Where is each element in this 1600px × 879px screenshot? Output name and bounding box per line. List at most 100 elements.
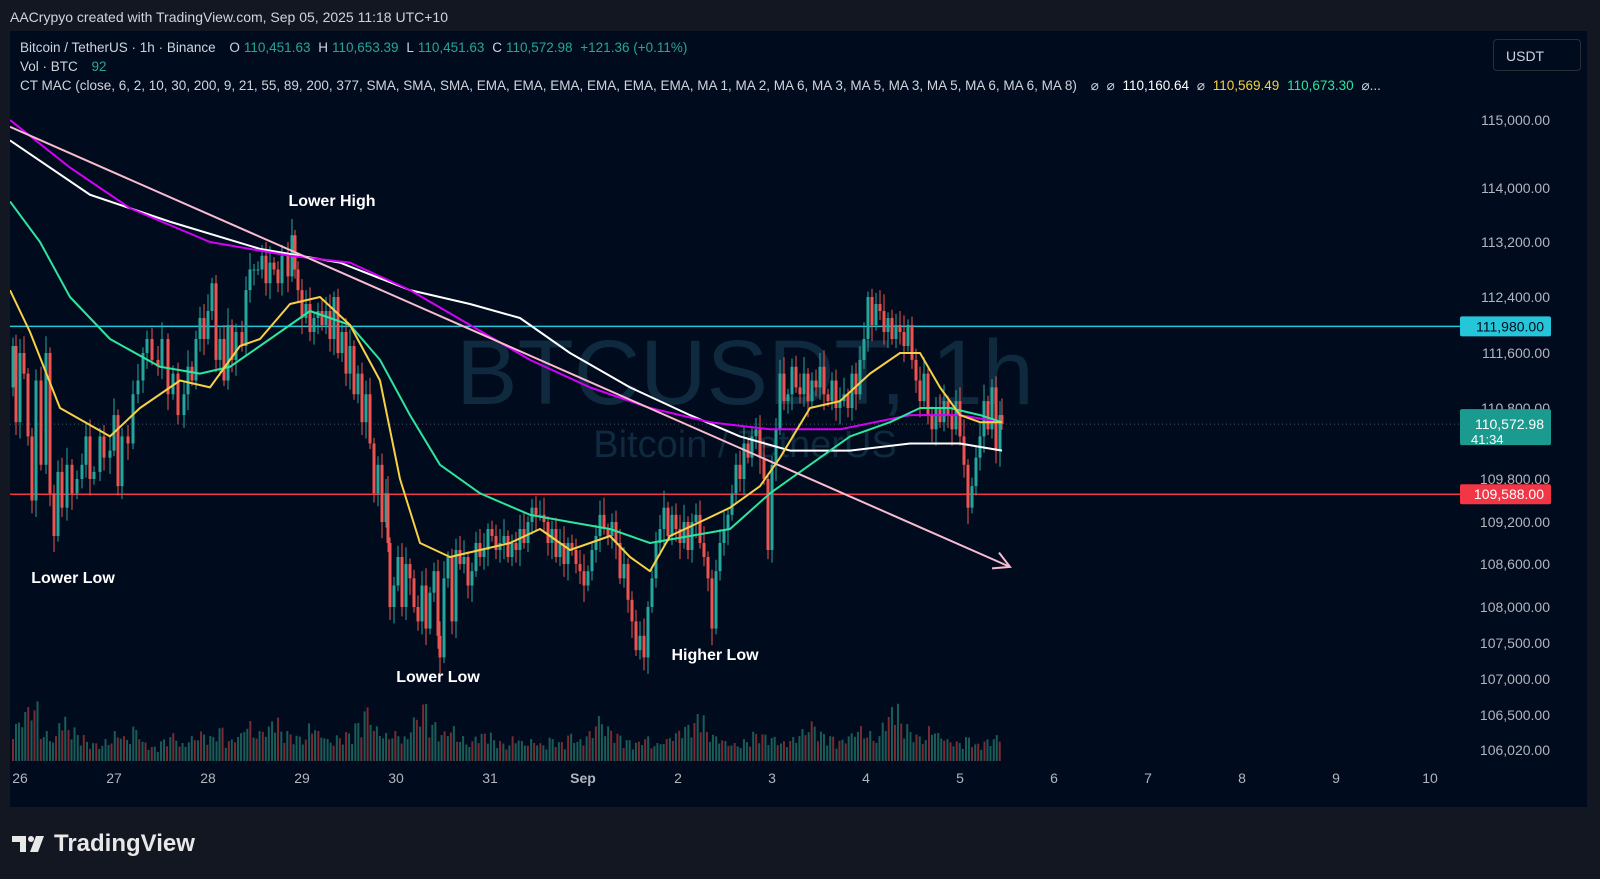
volume-bar (153, 746, 156, 761)
candle-body (39, 380, 43, 465)
candle-body (810, 380, 814, 402)
price-level-tag-label: 109,588.00 (1474, 486, 1544, 502)
candle-body (372, 443, 376, 494)
currency-selector[interactable]: USDT (1493, 39, 1581, 71)
volume-bar (104, 739, 107, 761)
candle-body (626, 564, 630, 600)
indicator-label[interactable]: CT MAC (close, 6, 2, 10, 30, 200, 9, 21,… (20, 78, 1077, 93)
y-tick-label: 108,600.00 (1480, 556, 1550, 572)
candle-body (878, 304, 882, 311)
volume-bar (412, 717, 415, 761)
volume-bar (261, 731, 264, 761)
volume-bar (246, 728, 249, 761)
volume-bar (921, 743, 924, 761)
volume-bar (896, 703, 899, 761)
volume-bar (859, 726, 862, 761)
volume-bar (567, 735, 570, 761)
chart-frame[interactable]: BTCUSDT, 1h Bitcoin / TetherUS Lower High L… (10, 31, 1587, 807)
candle-body (26, 373, 30, 437)
candle-body (650, 578, 654, 607)
price-chart[interactable]: BTCUSDT, 1hBitcoin / TetherUSLower HighL… (10, 31, 1587, 807)
volume-bar (508, 745, 511, 761)
candle-body (934, 408, 938, 430)
candle-body (730, 493, 734, 515)
volume-bar (280, 731, 283, 761)
volume-bar (718, 743, 721, 761)
candle-body (802, 373, 806, 395)
volume-bar (298, 736, 301, 761)
candle-body (546, 522, 550, 543)
volume-bar (369, 724, 372, 761)
candle-body (248, 269, 252, 291)
volume-bar (64, 716, 67, 761)
volume-bar (271, 721, 274, 761)
volume-bar (79, 745, 82, 761)
candle-body (436, 571, 440, 636)
candle-body (400, 557, 404, 607)
candle-body (202, 318, 206, 339)
candle-body (48, 353, 52, 494)
volume-bar (989, 745, 992, 761)
candle-body (308, 304, 312, 332)
volume-legend: Vol · BTC 92 (20, 59, 111, 74)
volume-bar (869, 731, 872, 761)
volume-bar (505, 749, 508, 761)
candle-body (738, 464, 742, 479)
volume-bar (304, 739, 307, 761)
candle-body (646, 607, 650, 658)
volume-bar (366, 707, 369, 761)
candle-body (102, 436, 106, 458)
volume-label[interactable]: Vol · BTC (20, 59, 78, 74)
candle-body (446, 557, 450, 579)
volume-bar (172, 733, 175, 761)
candle-body (974, 457, 978, 487)
candle-body (75, 479, 79, 494)
volume-bar (406, 739, 409, 761)
volume-bar (693, 723, 696, 761)
candle-body (340, 332, 344, 353)
candle-body (554, 529, 558, 557)
volume-bar (187, 742, 190, 761)
volume-bar (311, 733, 314, 761)
candle-body (762, 457, 766, 479)
x-tick-label: 29 (294, 770, 310, 786)
volume-bar (964, 737, 967, 761)
candle-body (462, 557, 466, 564)
volume-bar (745, 742, 748, 761)
candle-body (442, 578, 446, 658)
volume-bar (52, 742, 55, 761)
volume-bar (696, 713, 699, 761)
volume-bar (240, 733, 243, 761)
volume-bar (600, 724, 603, 761)
volume-bar (197, 740, 200, 761)
volume-bar (952, 746, 955, 761)
candle-body (30, 436, 34, 501)
volume-bar (425, 704, 428, 761)
volume-bar (674, 733, 677, 761)
volume-bar (705, 731, 708, 761)
volume-bar (144, 742, 147, 761)
candle-body (782, 373, 786, 402)
symbol-name[interactable]: Bitcoin / TetherUS · 1h · Binance (20, 40, 216, 55)
candle-body (882, 311, 886, 332)
candle-body (754, 429, 758, 437)
candle-body (906, 325, 910, 346)
volume-bar (489, 732, 492, 761)
volume-bar (557, 742, 560, 761)
candle-body (494, 536, 498, 550)
candle-body (866, 297, 870, 339)
volume-bar (480, 733, 483, 761)
candle-body (420, 585, 424, 622)
volume-bar (440, 735, 443, 761)
volume-bar (927, 726, 930, 761)
candle-body (428, 592, 432, 629)
annotation-label: Lower Low (31, 570, 115, 587)
volume-bar (576, 741, 579, 761)
volume-bar (243, 732, 246, 761)
low-label: L (406, 40, 414, 55)
candle-body (454, 550, 458, 622)
volume-bar (980, 749, 983, 761)
candle-body (666, 507, 670, 536)
volume-bar (39, 738, 42, 761)
volume-bar (986, 739, 989, 761)
